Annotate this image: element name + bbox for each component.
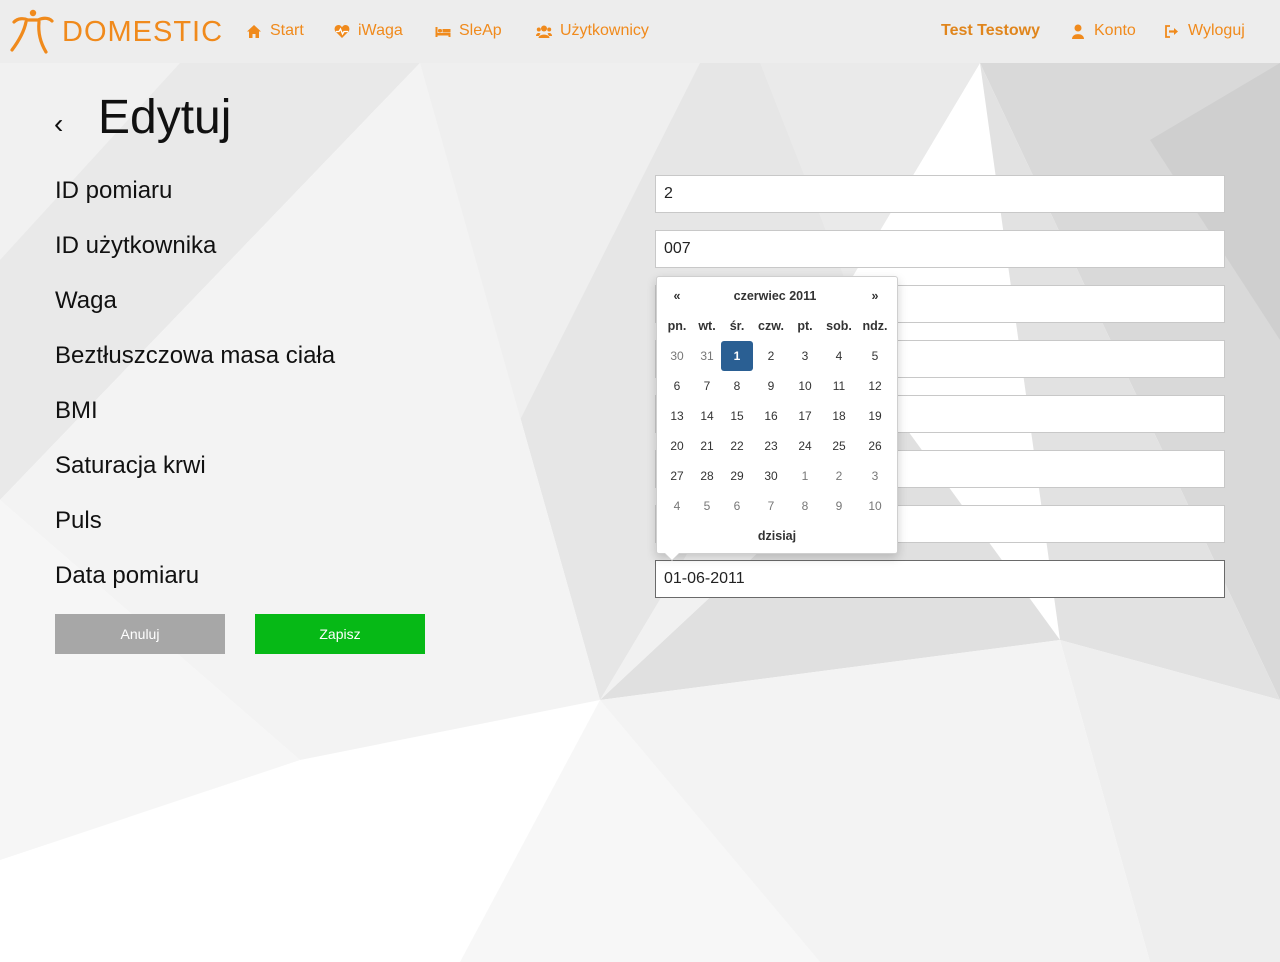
nav-sleap-label: SleAp [459, 22, 502, 39]
heartbeat-icon [333, 23, 351, 39]
weekday-header: ndz. [862, 319, 888, 333]
label-bmi: BMI [55, 397, 98, 424]
weekday-header: śr. [729, 319, 745, 333]
day-cell[interactable]: 10 [789, 371, 821, 401]
day-cell[interactable]: 10 [857, 491, 893, 521]
sign-out-icon [1163, 23, 1181, 39]
label-puls: Puls [55, 507, 102, 534]
day-cell[interactable]: 25 [821, 431, 857, 461]
weekday-header: pt. [797, 319, 813, 333]
nav-logout-label: Wyloguj [1188, 22, 1245, 39]
day-cell[interactable]: 16 [753, 401, 789, 431]
day-cell[interactable]: 15 [721, 401, 753, 431]
domestic-logo-icon [10, 9, 54, 54]
day-cell[interactable]: 28 [693, 461, 721, 491]
day-cell[interactable]: 6 [661, 371, 693, 401]
nav-sleap[interactable]: SleAp [434, 20, 502, 42]
weekday-header: wt. [698, 319, 716, 333]
label-data-pomiaru: Data pomiaru [55, 562, 200, 589]
back-chevron-icon[interactable]: ‹ [54, 108, 70, 139]
nav-iwaga-label: iWaga [358, 22, 403, 39]
top-navbar: DOMESTIC Start iWaga SleAp Użytkownicy T… [0, 0, 1280, 63]
datepicker-month-label[interactable]: czerwiec 2011 [693, 281, 857, 311]
day-cell[interactable]: 17 [789, 401, 821, 431]
page-title: Edytuj [98, 91, 232, 144]
day-cell[interactable]: 3 [789, 341, 821, 371]
day-cell[interactable]: 27 [661, 461, 693, 491]
label-id-uzytkownika: ID użytkownika [55, 232, 217, 259]
user-name[interactable]: Test Testowy [941, 20, 1040, 42]
day-cell[interactable]: 8 [721, 371, 753, 401]
day-cell[interactable]: 3 [857, 461, 893, 491]
cancel-button[interactable]: Anuluj [55, 614, 225, 654]
data-pomiaru-input[interactable] [655, 560, 1225, 598]
day-cell[interactable]: 22 [721, 431, 753, 461]
weekday-header: sob. [826, 319, 852, 333]
id-uzytkownika-input[interactable] [655, 230, 1225, 268]
day-cell[interactable]: 4 [821, 341, 857, 371]
day-cell[interactable]: 21 [693, 431, 721, 461]
datepicker-popup: « czerwiec 2011 » pn. wt. śr. czw. pt. s… [656, 276, 898, 561]
datepicker-next-button[interactable]: » [857, 281, 893, 311]
nav-users-label: Użytkownicy [560, 22, 649, 39]
users-icon [535, 23, 553, 39]
nav-iwaga[interactable]: iWaga [333, 20, 403, 42]
day-cell[interactable]: 26 [857, 431, 893, 461]
day-cell[interactable]: 23 [753, 431, 789, 461]
brand-name: DOMESTIC [62, 15, 224, 48]
day-cell[interactable]: 7 [693, 371, 721, 401]
day-cell[interactable]: 14 [693, 401, 721, 431]
day-cell[interactable]: 19 [857, 401, 893, 431]
day-cell[interactable]: 5 [693, 491, 721, 521]
brand-logo[interactable]: DOMESTIC [8, 8, 223, 56]
day-cell[interactable]: 11 [821, 371, 857, 401]
weekday-header: pn. [667, 319, 687, 333]
nav-account-label: Konto [1094, 22, 1136, 39]
day-cell[interactable]: 6 [721, 491, 753, 521]
user-icon [1069, 23, 1087, 39]
bed-icon [434, 23, 452, 39]
day-cell[interactable]: 20 [661, 431, 693, 461]
day-cell[interactable]: 1 [789, 461, 821, 491]
day-cell[interactable]: 8 [789, 491, 821, 521]
day-cell[interactable]: 24 [789, 431, 821, 461]
day-cell[interactable]: 30 [661, 341, 693, 371]
day-cell[interactable]: 30 [753, 461, 789, 491]
day-cell-selected[interactable]: 1 [721, 341, 753, 371]
day-cell[interactable]: 2 [821, 461, 857, 491]
label-id-pomiaru: ID pomiaru [55, 177, 173, 204]
nav-users[interactable]: Użytkownicy [535, 20, 649, 42]
day-cell[interactable]: 29 [721, 461, 753, 491]
datepicker-calendar: « czerwiec 2011 » pn. wt. śr. czw. pt. s… [661, 281, 893, 551]
label-beztluszczowa-masa: Beztłuszczowa masa ciała [55, 342, 336, 369]
datepicker-today-button[interactable]: dzisiaj [661, 521, 893, 551]
day-cell[interactable]: 9 [753, 371, 789, 401]
day-cell[interactable]: 31 [693, 341, 721, 371]
nav-start-label: Start [270, 22, 304, 39]
day-cell[interactable]: 4 [661, 491, 693, 521]
label-waga: Waga [55, 287, 117, 314]
day-cell[interactable]: 9 [821, 491, 857, 521]
day-cell[interactable]: 13 [661, 401, 693, 431]
id-pomiaru-input[interactable] [655, 175, 1225, 213]
nav-start[interactable]: Start [245, 20, 304, 42]
day-cell[interactable]: 5 [857, 341, 893, 371]
day-cell[interactable]: 12 [857, 371, 893, 401]
day-cell[interactable]: 18 [821, 401, 857, 431]
day-cell[interactable]: 2 [753, 341, 789, 371]
nav-account[interactable]: Konto [1069, 20, 1136, 42]
label-saturacja-krwi: Saturacja krwi [55, 452, 206, 479]
datepicker-prev-button[interactable]: « [661, 281, 693, 311]
save-button[interactable]: Zapisz [255, 614, 425, 654]
home-icon [245, 23, 263, 39]
weekday-header: czw. [758, 319, 784, 333]
day-cell[interactable]: 7 [753, 491, 789, 521]
nav-logout[interactable]: Wyloguj [1163, 20, 1245, 42]
